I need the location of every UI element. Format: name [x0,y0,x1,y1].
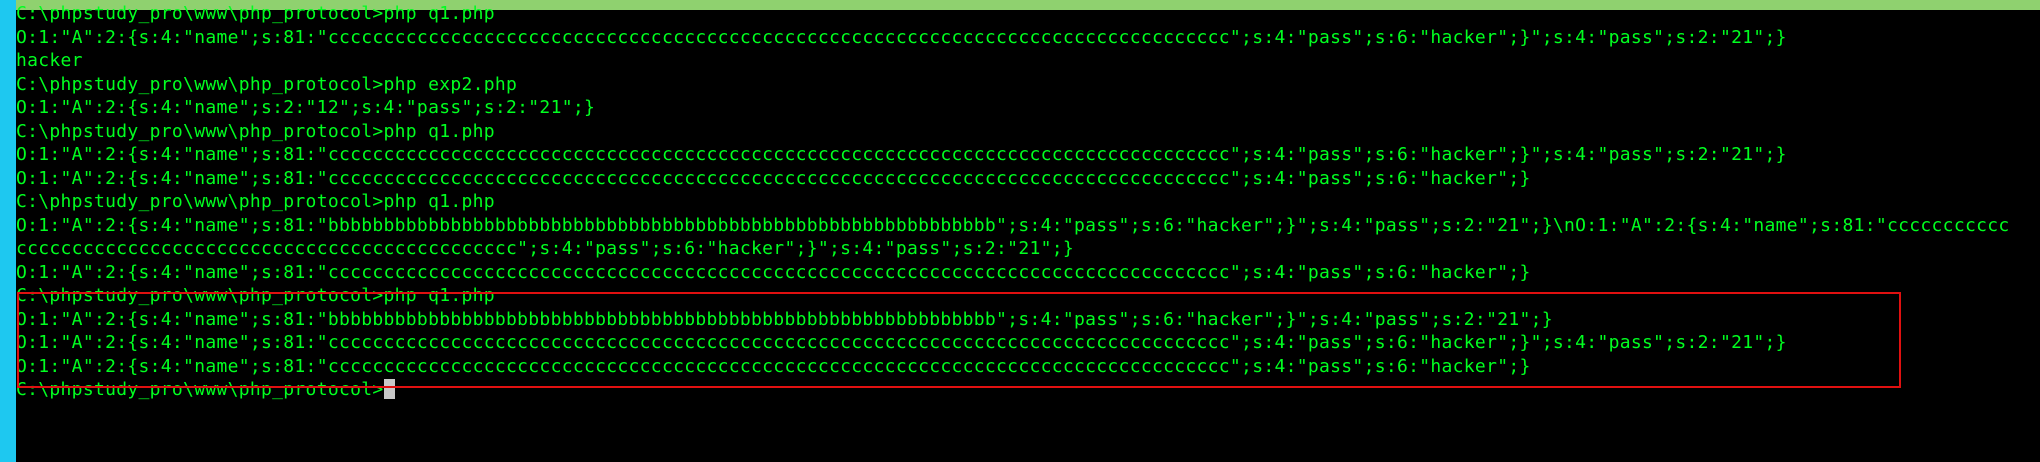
console-line: C:\phpstudy_pro\www\php_protocol>php q1.… [16,120,495,142]
console-line: O:1:"A":2:{s:4:"name";s:81:"cccccccccccc… [16,167,1531,189]
console-output[interactable]: C:\phpstudy_pro\www\php_protocol>php q1.… [16,0,2040,462]
console-line: O:1:"A":2:{s:4:"name";s:2:"12";s:4:"pass… [16,97,596,118]
console-line: hacker [16,50,83,71]
console-line: C:\phpstudy_pro\www\php_protocol>php q1.… [16,3,495,24]
terminal-screenshot: C:\phpstudy_pro\www\php_protocol>php q1.… [0,0,2040,462]
console-line: O:1:"A":2:{s:4:"name";s:81:"cccccccccccc… [16,26,1787,48]
left-gutter [0,0,16,462]
console-line: C:\phpstudy_pro\www\php_protocol>php q1.… [16,191,495,212]
console-line: cccccccccccccccccccccccccccccccccccccccc… [16,238,1075,259]
console-line: O:1:"A":2:{s:4:"name";s:81:"cccccccccccc… [16,144,1787,165]
console-line: O:1:"A":2:{s:4:"name";s:81:"bbbbbbbbbbbb… [16,214,2010,236]
console-line: C:\phpstudy_pro\www\php_protocol>php exp… [16,73,518,95]
red-highlight-box [17,292,1901,388]
console-line: O:1:"A":2:{s:4:"name";s:81:"cccccccccccc… [16,261,1531,283]
